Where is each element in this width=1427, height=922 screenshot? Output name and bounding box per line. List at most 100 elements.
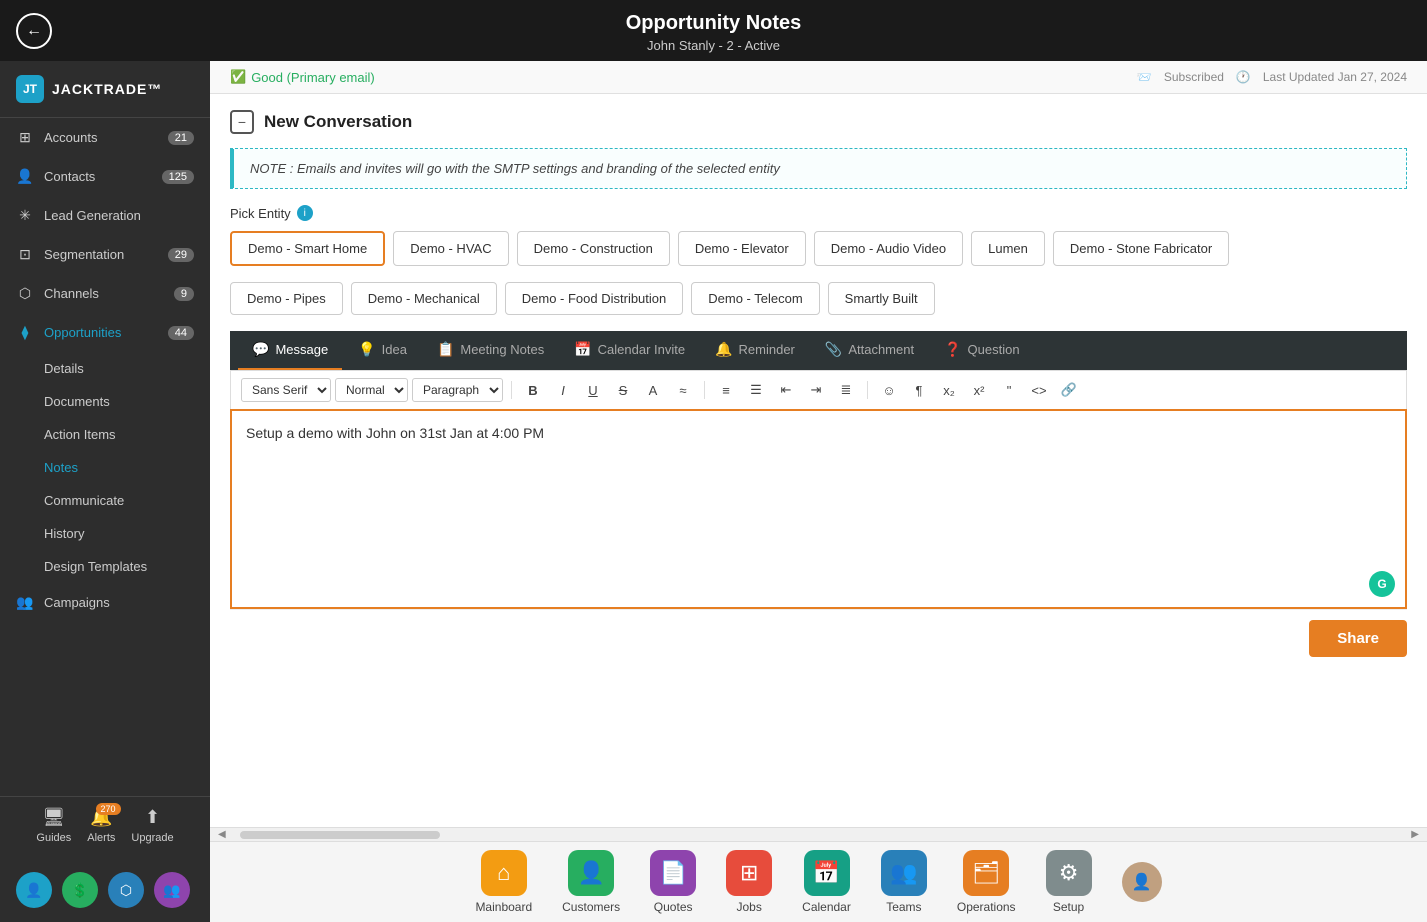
size-select[interactable]: Normal [335, 378, 408, 402]
sidebar-sub-action-items[interactable]: Action Items [0, 418, 210, 451]
sidebar-item-campaigns[interactable]: 👥 Campaigns [0, 583, 210, 622]
sidebar-item-lead-generation[interactable]: ✳ Lead Generation [0, 196, 210, 235]
tab-message[interactable]: 💬 Message [238, 331, 342, 370]
entity-btn-lumen[interactable]: Lumen [971, 231, 1045, 266]
contacts-label: Contacts [44, 169, 95, 184]
collapse-button[interactable]: − [230, 110, 254, 134]
upgrade-label: Upgrade [131, 832, 173, 844]
sidebar-sub-communicate[interactable]: Communicate [0, 484, 210, 517]
top-strip-right: 📨 Subscribed 🕐 Last Updated Jan 27, 2024 [1137, 70, 1407, 84]
tab-reminder[interactable]: 🔔 Reminder [701, 331, 809, 370]
code-btn[interactable]: <> [1026, 377, 1052, 403]
alerts-label: Alerts [87, 832, 115, 844]
sidebar-logo: JT JACKTRADE™ [0, 61, 210, 118]
highlight-btn[interactable]: ≈ [670, 377, 696, 403]
lead-gen-icon: ✳ [16, 207, 34, 224]
sidebar-item-channels[interactable]: ⬡ Channels 9 [0, 274, 210, 313]
entity-btn-construction[interactable]: Demo - Construction [517, 231, 670, 266]
guides-icon: 🖥 [42, 807, 65, 828]
sidebar-sub-notes[interactable]: Notes [0, 451, 210, 484]
paragraph-btn[interactable]: ¶ [906, 377, 932, 403]
idea-tab-icon: 💡 [358, 341, 375, 358]
sidebar-item-accounts[interactable]: ⊞ Accounts 21 [0, 118, 210, 157]
tab-idea[interactable]: 💡 Idea [344, 331, 421, 370]
entity-btn-pipes[interactable]: Demo - Pipes [230, 282, 343, 315]
tab-question[interactable]: ❓ Question [930, 331, 1033, 370]
bottom-icon-dollar[interactable]: 💲 [62, 872, 98, 908]
content-area: ✅ Good (Primary email) 📨 Subscribed 🕐 La… [210, 61, 1427, 922]
bold-btn[interactable]: B [520, 377, 546, 403]
section-header: − New Conversation [230, 110, 1407, 134]
sidebar-sub-details[interactable]: Details [0, 352, 210, 385]
style-select[interactable]: Paragraph [412, 378, 503, 402]
sidebar-item-contacts[interactable]: 👤 Contacts 125 [0, 157, 210, 196]
sidebar-sub-documents[interactable]: Documents [0, 385, 210, 418]
attachment-tab-label: Attachment [848, 342, 914, 357]
horizontal-scrollbar[interactable]: ◀ ▶ [210, 827, 1427, 841]
editor-area[interactable]: Setup a demo with John on 31st Jan at 4:… [230, 409, 1407, 609]
bottom-nav-jobs[interactable]: ⊞ Jobs [726, 850, 772, 914]
sidebar-item-opportunities[interactable]: ⧫ Opportunities 44 [0, 313, 210, 352]
underline-btn[interactable]: U [580, 377, 606, 403]
sidebar: JT JACKTRADE™ ⊞ Accounts 21 👤 Contacts 1… [0, 61, 210, 922]
bottom-nav-mainboard[interactable]: ⌂ Mainboard [475, 850, 532, 914]
bottom-nav-customers[interactable]: 👤 Customers [562, 850, 620, 914]
pick-entity-label: Pick Entity i [230, 205, 1407, 221]
superscript-btn[interactable]: x² [966, 377, 992, 403]
bottom-nav-calendar[interactable]: 📅 Calendar [802, 850, 851, 914]
entity-btn-stone-fabricator[interactable]: Demo - Stone Fabricator [1053, 231, 1229, 266]
tab-attachment[interactable]: 📎 Attachment [811, 331, 928, 370]
back-button[interactable]: ← [16, 13, 52, 49]
scroll-left-arrow[interactable]: ◀ [214, 829, 230, 840]
bottom-nav-teams[interactable]: 👥 Teams [881, 850, 927, 914]
upgrade-btn[interactable]: ⬆ Upgrade [131, 807, 173, 844]
italic-btn[interactable]: I [550, 377, 576, 403]
guides-btn[interactable]: 🖥 Guides [36, 807, 71, 844]
ordered-list-btn[interactable]: ☰ [743, 377, 769, 403]
link-btn[interactable]: 🔗 [1056, 377, 1082, 403]
bottom-nav-operations[interactable]: 🗂 Operations [957, 850, 1016, 914]
entity-btn-audio-video[interactable]: Demo - Audio Video [814, 231, 963, 266]
sidebar-item-segmentation[interactable]: ⊡ Segmentation 29 [0, 235, 210, 274]
entity-btn-elevator[interactable]: Demo - Elevator [678, 231, 806, 266]
sidebar-sub-history[interactable]: History [0, 517, 210, 550]
user-avatar[interactable]: 👤 [1122, 862, 1162, 902]
channels-icon: ⬡ [16, 285, 34, 302]
entity-btn-food-distribution[interactable]: Demo - Food Distribution [505, 282, 684, 315]
bottom-nav-quotes[interactable]: 📄 Quotes [650, 850, 696, 914]
font-select[interactable]: Sans Serif [241, 378, 331, 402]
entity-btn-smartly-built[interactable]: Smartly Built [828, 282, 935, 315]
subscript-btn[interactable]: x₂ [936, 377, 962, 403]
entity-btn-smart-home[interactable]: Demo - Smart Home [230, 231, 385, 266]
campaigns-label: Campaigns [44, 595, 110, 610]
share-button[interactable]: Share [1309, 620, 1407, 657]
sidebar-sub-design-templates[interactable]: Design Templates [0, 550, 210, 583]
bottom-icon-group[interactable]: 👥 [154, 872, 190, 908]
entity-btn-mechanical[interactable]: Demo - Mechanical [351, 282, 497, 315]
check-icon: ✅ [230, 69, 246, 85]
align-btn[interactable]: ≣ [833, 377, 859, 403]
page-subtitle: John Stanly - 2 - Active [0, 38, 1427, 53]
emoji-btn[interactable]: ☺ [876, 377, 902, 403]
info-icon[interactable]: i [297, 205, 313, 221]
bottom-nav-setup[interactable]: ⚙ Setup [1046, 850, 1092, 914]
accounts-label: Accounts [44, 130, 97, 145]
tab-calendar-invite[interactable]: 📅 Calendar Invite [560, 331, 699, 370]
tab-meeting-notes[interactable]: 📋 Meeting Notes [423, 331, 558, 370]
quote-btn[interactable]: " [996, 377, 1022, 403]
bottom-icon-user[interactable]: 👤 [16, 872, 52, 908]
entity-btn-hvac[interactable]: Demo - HVAC [393, 231, 508, 266]
alerts-btn[interactable]: 🔔 270 Alerts [87, 807, 115, 844]
entity-btn-telecom[interactable]: Demo - Telecom [691, 282, 819, 315]
scroll-right-arrow[interactable]: ▶ [1407, 829, 1423, 840]
bottom-icon-hex[interactable]: ⬡ [108, 872, 144, 908]
scroll-thumb[interactable] [240, 831, 440, 839]
reminder-tab-label: Reminder [739, 342, 795, 357]
email-status: ✅ Good (Primary email) [230, 69, 375, 85]
indent-left-btn[interactable]: ⇤ [773, 377, 799, 403]
strikethrough-btn[interactable]: S [610, 377, 636, 403]
text-color-btn[interactable]: A [640, 377, 666, 403]
list-btn[interactable]: ≡ [713, 377, 739, 403]
toolbar-sep-3 [867, 381, 868, 399]
indent-right-btn[interactable]: ⇥ [803, 377, 829, 403]
